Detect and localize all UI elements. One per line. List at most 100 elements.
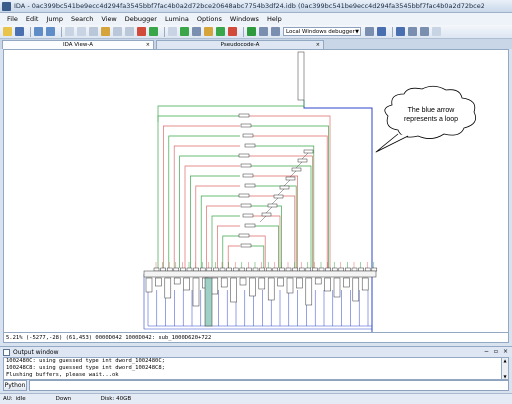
breakpoints-icon[interactable] — [420, 27, 429, 36]
graph-edge — [259, 215, 267, 223]
graph-node — [249, 277, 256, 297]
graph-edge — [179, 155, 240, 268]
graph-edge — [184, 165, 240, 268]
graph-node — [272, 267, 279, 272]
graph-node — [291, 167, 302, 172]
graph-node — [226, 267, 232, 272]
float-icon[interactable]: ▫ — [494, 348, 498, 355]
graph-node — [173, 267, 180, 272]
menu-jump[interactable]: Jump — [42, 13, 67, 25]
graph-node — [265, 267, 272, 272]
toolbar-separator — [164, 26, 165, 37]
debugger-options-icon[interactable] — [365, 27, 374, 36]
menu-edit[interactable]: Edit — [22, 13, 43, 25]
output-log[interactable]: 1002480C: using guessed type int dword_1… — [3, 357, 502, 380]
graph-node — [352, 277, 360, 302]
cross-reference-icon[interactable] — [168, 27, 177, 36]
graph-edge — [173, 145, 240, 268]
graph-edge — [222, 235, 240, 268]
function-graph[interactable]: The blue arrow represents a loop — [4, 50, 508, 332]
output-line: 1002480C: using guessed type int dword_1… — [6, 358, 165, 364]
scroll-down-icon[interactable]: ▼ — [502, 374, 508, 379]
stop-debug-icon[interactable] — [271, 27, 280, 36]
menu-view[interactable]: View — [97, 13, 120, 25]
open-folder-icon[interactable] — [3, 27, 12, 36]
function-icon[interactable] — [180, 27, 189, 36]
graph-node — [303, 149, 314, 154]
proximity-icon[interactable] — [408, 27, 417, 36]
graph-node — [343, 277, 350, 288]
graph-edge — [248, 235, 266, 268]
code-icon[interactable] — [113, 27, 122, 36]
more-tools-icon[interactable] — [432, 27, 441, 36]
segment-icon[interactable] — [192, 27, 201, 36]
ida-app-icon — [2, 1, 11, 11]
graph-node — [261, 212, 272, 217]
graph-edge — [217, 225, 240, 268]
menu-help[interactable]: Help — [263, 13, 286, 25]
debugger-select[interactable]: Local Windows debugger ▼ — [283, 27, 361, 36]
graph-node — [186, 267, 193, 272]
toolbar-separator — [30, 26, 31, 37]
graph-edge — [248, 175, 298, 268]
text-search-icon[interactable] — [89, 27, 98, 36]
graph-node — [232, 267, 239, 272]
graph-node — [238, 193, 250, 198]
output-line: Flushing buffers, please wait...ok — [6, 372, 119, 378]
graph-node — [164, 277, 172, 299]
status-direction: Down — [55, 396, 72, 402]
graph-node — [338, 267, 345, 272]
go-icon[interactable] — [149, 27, 158, 36]
toolbar-separator — [61, 26, 62, 37]
graph-edge — [248, 125, 329, 268]
pause-icon[interactable] — [259, 27, 268, 36]
stop-icon[interactable] — [137, 27, 146, 36]
script-icon[interactable] — [216, 27, 225, 36]
forward-arrow-icon[interactable] — [46, 27, 55, 36]
graph-node — [242, 173, 254, 178]
graph-node — [259, 267, 265, 272]
graph-edge — [248, 115, 331, 268]
pencil-icon[interactable] — [204, 27, 213, 36]
graph-node — [273, 194, 284, 199]
close-icon[interactable]: × — [503, 348, 508, 355]
menu-debugger[interactable]: Debugger — [121, 13, 161, 25]
save-icon[interactable] — [15, 27, 24, 36]
edit-icon[interactable] — [101, 27, 110, 36]
delete-icon[interactable] — [228, 27, 237, 36]
menu-windows[interactable]: Windows — [226, 13, 263, 25]
menu-options[interactable]: Options — [193, 13, 226, 25]
output-scrollbar[interactable]: ▲ ▼ — [502, 357, 509, 380]
graph-node — [155, 277, 162, 287]
graph-node — [238, 153, 250, 158]
graph-node — [285, 267, 292, 272]
back-arrow-icon[interactable] — [34, 27, 43, 36]
output-window-controls: − ▫ × — [484, 348, 508, 355]
python-button[interactable]: Python — [3, 380, 27, 391]
graph-node — [206, 267, 213, 272]
graph-node — [240, 243, 252, 248]
data-icon[interactable] — [125, 27, 134, 36]
menu-file[interactable]: File — [3, 13, 22, 25]
minimize-icon[interactable]: − — [484, 348, 489, 355]
tab-pseudocode-a[interactable]: Pseudocode-A × — [156, 40, 324, 49]
graph-node — [361, 277, 369, 291]
graph-view[interactable]: The blue arrow represents a loop — [3, 49, 509, 333]
menu-search[interactable]: Search — [67, 13, 97, 25]
graph-edge — [211, 215, 240, 268]
scroll-up-icon[interactable]: ▲ — [502, 358, 508, 363]
menu-lumina[interactable]: Lumina — [161, 13, 193, 25]
graph-node — [239, 267, 246, 272]
graph-node — [183, 277, 190, 291]
search-icon[interactable] — [77, 27, 86, 36]
debugger-select-value: Local Windows debugger — [286, 28, 355, 35]
attach-icon[interactable] — [377, 27, 386, 36]
command-input[interactable] — [29, 380, 509, 391]
jump-icon[interactable] — [65, 27, 74, 36]
graph-node — [277, 277, 284, 287]
graph-icon[interactable] — [396, 27, 405, 36]
start-debug-icon[interactable] — [247, 27, 256, 36]
output-window-header: Output window − ▫ × — [0, 346, 512, 357]
graph-edge — [206, 205, 240, 268]
tab-ida-view-a[interactable]: IDA View-A × — [2, 40, 154, 49]
